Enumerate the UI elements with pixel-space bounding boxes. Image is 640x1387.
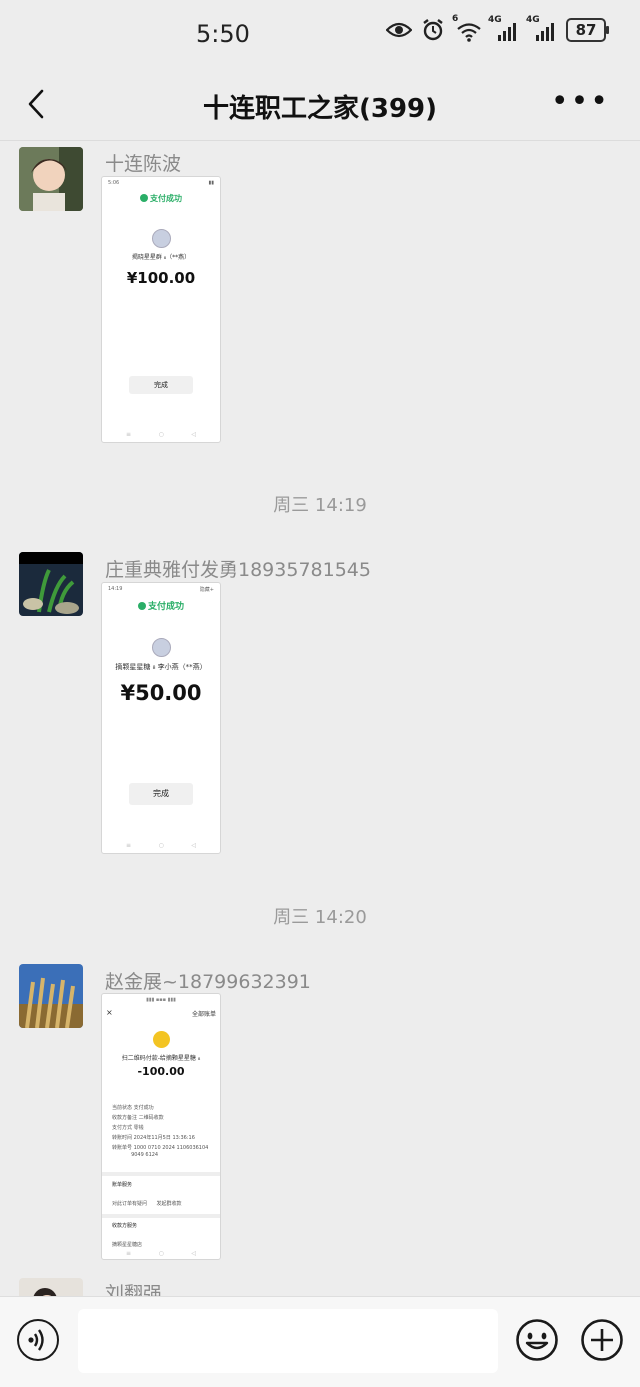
bill-detail-row: 当前状态 支付成功 [112, 1105, 154, 1111]
shot-status-bar: ▮▮▮ ▪▪▪ ▮▮▮ [146, 997, 176, 1003]
input-bar [0, 1296, 640, 1387]
done-button: 完成 [129, 376, 193, 394]
payment-success-label: 支付成功 [102, 193, 220, 204]
emoji-icon[interactable] [515, 1318, 559, 1362]
timestamp: 周三 14:19 [273, 495, 367, 516]
clock: 5:50 [196, 20, 250, 48]
divider [102, 1214, 220, 1218]
bill-merchant: 扫二维码付款-给摘颗星星糖 ₈ [121, 1055, 201, 1062]
bill-screenshot-image[interactable]: ▮▮▮ ▪▪▪ ▮▮▮ × 全部账单 扫二维码付款-给摘颗星星糖 ₈ -100.… [101, 993, 221, 1260]
shot-nav-keys: ≡ ○ ◁ [126, 1250, 196, 1257]
bill-section-title: 账单服务 [112, 1182, 133, 1188]
battery-indicator: 87 [566, 18, 609, 42]
check-circle-icon [137, 602, 146, 610]
more-options-icon[interactable]: ••• [551, 87, 610, 117]
avatar[interactable] [19, 1278, 83, 1296]
payment-amount: ¥50.00 [120, 681, 202, 705]
payee-name: 摘颗星星糖 ₈ 李小燕（**燕） [115, 663, 207, 671]
signal-4g-icon-1: 4G [488, 15, 518, 41]
more-plus-icon[interactable] [580, 1318, 624, 1362]
avatar[interactable] [19, 552, 83, 616]
chat-header: 十连职工之家(399) ••• [0, 72, 640, 141]
bill-actions: 对此订单有疑问 发起群收款 [112, 1201, 182, 1207]
bill-amount: -100.00 [137, 1065, 185, 1078]
bill-detail-row: 转账单号 1000 0710 2024 1106036104 [112, 1145, 209, 1151]
bill-detail-row: 收款方备注 二维码收款 [112, 1115, 164, 1121]
avatar[interactable] [19, 147, 83, 211]
bill-detail-row: 转账时间 2024年11月5日 13:36:16 [112, 1135, 195, 1141]
status-icons: 6 4G 4G 87 [386, 14, 609, 42]
bill-section-title: 收款方服务 [112, 1223, 138, 1229]
payment-amount: ¥100.00 [126, 269, 196, 287]
chat-title: 十连职工之家(399) [202, 94, 438, 124]
bill-detail-row: 9049 6124 [112, 1152, 159, 1158]
payment-success-label: 支付成功 [102, 599, 220, 612]
bill-detail-row: 支付方式 零钱 [112, 1125, 144, 1131]
avatar[interactable] [19, 964, 83, 1028]
eye-icon [386, 22, 412, 38]
shot-close-icon: × [106, 1008, 113, 1017]
shot-nav-keys: ≡ ○ ◁ [126, 431, 196, 438]
divider [102, 1172, 220, 1176]
shot-nav-keys: ≡ ○ ◁ [126, 842, 196, 849]
payment-screenshot-image[interactable]: 5:06 ▮▮ 支付成功 揭晓星星群 ₈（**燕） ¥100.00 完成 ≡ ○ ◁ [101, 176, 221, 443]
payee-name: 揭晓星星群 ₈（**燕） [131, 254, 191, 261]
merchant-coin-icon [153, 1031, 170, 1048]
sender-name: 庄重典雅付发勇18935781545 [105, 559, 371, 581]
payee-store-link: 摘颗星星糖店 [112, 1242, 143, 1248]
signal-4g-icon-2: 4G [526, 15, 556, 41]
message-input[interactable] [78, 1309, 498, 1373]
sender-name: 十连陈波 [105, 153, 182, 175]
sender-name: 刘翻强 [105, 1283, 163, 1296]
payee-avatar [152, 638, 171, 657]
voice-input-icon[interactable] [17, 1319, 59, 1361]
all-bills-link: 全部账单 [191, 1011, 216, 1018]
shot-status-bar: 14:19 隐藏+ [108, 586, 214, 593]
sender-name: 赵金展~18799632391 [105, 971, 311, 993]
status-bar: 5:50 6 4G 4G 87 [0, 0, 640, 72]
payment-screenshot-image[interactable]: 14:19 隐藏+ 支付成功 摘颗星星糖 ₈ 李小燕（**燕） ¥50.00 完成… [101, 582, 221, 854]
alarm-icon [423, 19, 443, 41]
check-circle-icon [140, 194, 148, 202]
done-button: 完成 [129, 783, 193, 805]
timestamp: 周三 14:20 [273, 907, 367, 928]
battery-level: 87 [575, 21, 597, 39]
message-list[interactable]: 十连陈波 5:06 ▮▮ 支付成功 揭晓星星群 ₈（**燕） ¥100.00 完成… [0, 141, 640, 1296]
payee-avatar [152, 229, 171, 248]
wifi-icon: 6 [452, 14, 481, 42]
shot-status-bar: 5:06 ▮▮ [108, 180, 214, 186]
